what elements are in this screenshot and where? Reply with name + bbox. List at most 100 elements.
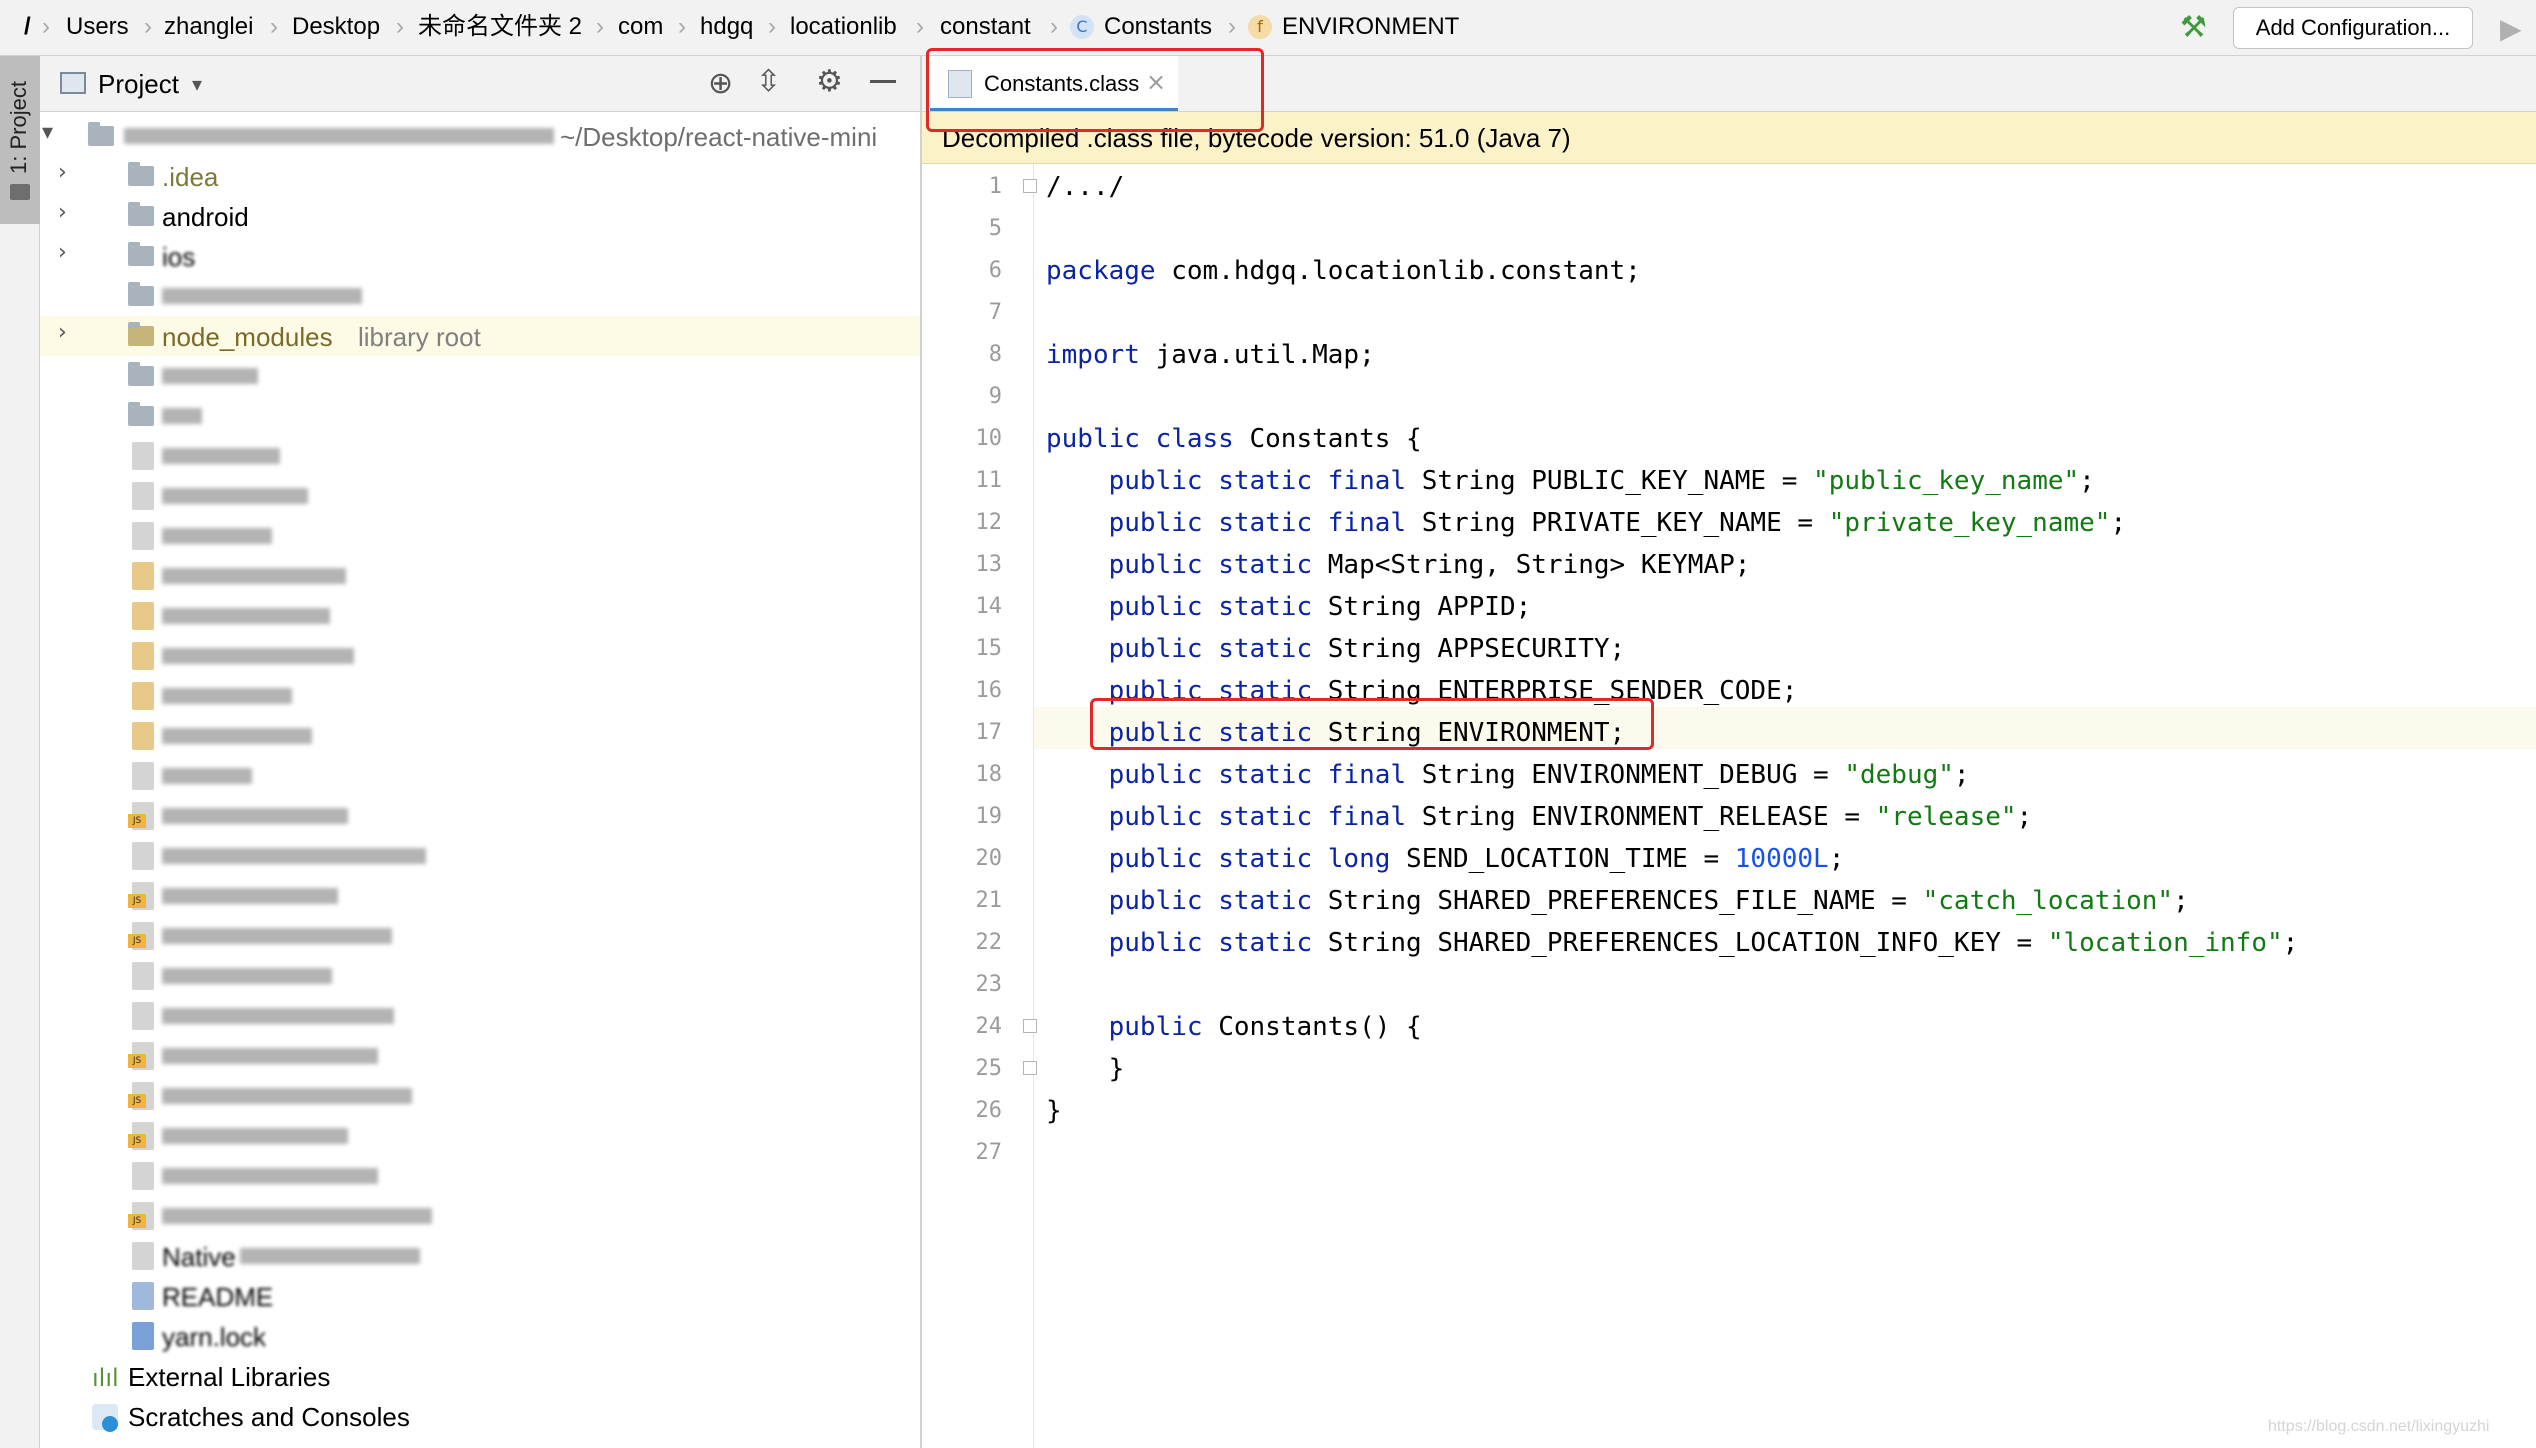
breadcrumb-zhanglei[interactable]: zhanglei [164, 11, 253, 43]
breadcrumb-com[interactable]: com [618, 11, 663, 43]
tree-row[interactable] [40, 996, 920, 1036]
tree-row[interactable] [40, 516, 920, 556]
annotation-box-environment [1090, 698, 1654, 750]
collapse-all-icon[interactable]: ⇳ [756, 64, 781, 99]
folder-icon [128, 162, 154, 186]
line-number: 21 [975, 888, 1003, 913]
tree-row[interactable]: JS [40, 916, 920, 956]
code-line[interactable]: public static String APPSECURITY; [1046, 628, 1626, 670]
tree-row[interactable] [40, 956, 920, 996]
tree-row[interactable] [40, 436, 920, 476]
code-line[interactable]: public static final String PRIVATE_KEY_N… [1046, 502, 2126, 544]
chevron-right-icon[interactable]: › [58, 240, 67, 265]
code-line[interactable]: public static String SHARED_PREFERENCES_… [1046, 922, 2299, 964]
breadcrumb-separator: › [1228, 13, 1236, 40]
chevron-right-icon[interactable]: › [58, 200, 67, 225]
breadcrumb-desktop[interactable]: Desktop [292, 11, 380, 43]
code-line[interactable]: public static long SEND_LOCATION_TIME = … [1046, 838, 1845, 880]
breadcrumb-constants-class[interactable]: Constants [1104, 11, 1212, 43]
code-text: ; [1828, 844, 1845, 874]
tree-row[interactable] [40, 756, 920, 796]
code-text: ; [2016, 802, 2033, 832]
code-keyword: public static [1108, 550, 1313, 580]
hammer-build-icon[interactable]: ⚒ [2180, 10, 2207, 45]
code-line[interactable]: public static final String ENVIRONMENT_D… [1046, 754, 1970, 796]
tree-row-idea[interactable]: › .idea [40, 156, 920, 196]
breadcrumb-users[interactable]: Users [66, 11, 129, 43]
breadcrumb-hdgq[interactable]: hdgq [700, 11, 753, 43]
tree-row-scratches[interactable]: Scratches and Consoles [40, 1396, 920, 1436]
tree-row[interactable] [40, 476, 920, 516]
breadcrumb-folder[interactable]: 未命名文件夹 2 [418, 11, 582, 43]
breadcrumb-environment-field[interactable]: ENVIRONMENT [1282, 11, 1459, 43]
clock-icon [102, 1416, 118, 1432]
tree-row-root[interactable]: ▾ ~/Desktop/react-native-mini [40, 116, 920, 156]
tree-row[interactable] [40, 276, 920, 316]
tree-row[interactable]: JS [40, 1116, 920, 1156]
code-text: ; [2110, 508, 2127, 538]
code-line[interactable]: } [1046, 1090, 1062, 1132]
run-icon[interactable]: ▶ [2500, 12, 2522, 45]
gear-icon[interactable]: ⚙ [816, 64, 843, 99]
tree-row-external-libraries[interactable]: ılıl External Libraries [40, 1356, 920, 1396]
tree-row[interactable] [40, 636, 920, 676]
tree-row-ios[interactable]: › ios [40, 236, 920, 276]
tree-row[interactable] [40, 1156, 920, 1196]
tree-row[interactable] [40, 716, 920, 756]
code-line[interactable]: } [1046, 1048, 1125, 1090]
fold-marker-icon[interactable] [1023, 179, 1037, 193]
code-line[interactable]: public Constants() { [1046, 1006, 1422, 1048]
json-file-icon [132, 1002, 154, 1030]
tree-row[interactable]: JS [40, 876, 920, 916]
tree-row-android[interactable]: › android [40, 196, 920, 236]
tree-row[interactable] [40, 356, 920, 396]
code-keyword: public static final [1108, 760, 1407, 790]
code-line[interactable]: public class Constants { [1046, 418, 1422, 460]
fold-marker-icon[interactable] [1023, 1061, 1037, 1075]
code-line[interactable]: public static Map<String, String> KEYMAP… [1046, 544, 1751, 586]
tree-row[interactable] [40, 676, 920, 716]
breadcrumb-constant[interactable]: constant [940, 11, 1031, 43]
project-tool-button[interactable]: 1: Project [0, 56, 40, 224]
code-line[interactable]: public static final String ENVIRONMENT_R… [1046, 796, 2033, 838]
code-line[interactable]: /.../ [1046, 166, 1124, 208]
blurred-label: README [162, 1282, 274, 1312]
tree-row[interactable]: JS [40, 1196, 920, 1236]
line-number: 8 [988, 342, 1002, 367]
tree-label-ios: ios [162, 242, 196, 272]
tree-row[interactable] [40, 836, 920, 876]
fold-marker-icon[interactable] [1023, 1019, 1037, 1033]
tree-row-yarn-lock[interactable]: yarn.lock [40, 1316, 920, 1356]
tree-row[interactable] [40, 396, 920, 436]
chevron-right-icon[interactable]: › [58, 320, 67, 345]
tree-row-native[interactable]: Native [40, 1236, 920, 1276]
tree-row-node-modules[interactable]: › node_modules library root [40, 316, 920, 356]
breadcrumb-locationlib[interactable]: locationlib [790, 11, 897, 43]
tool-window-strip: 1: Project [0, 56, 40, 1448]
chevron-right-icon[interactable]: › [58, 160, 67, 185]
tree-row[interactable] [40, 596, 920, 636]
tree-row[interactable] [40, 556, 920, 596]
line-number: 17 [975, 720, 1003, 745]
locate-icon[interactable]: ⊕ [708, 66, 733, 101]
tree-row[interactable]: JS [40, 796, 920, 836]
code-line[interactable]: public static final String PUBLIC_KEY_NA… [1046, 460, 2095, 502]
code-line[interactable]: import java.util.Map; [1046, 334, 1375, 376]
code-line[interactable]: package com.hdgq.locationlib.constant; [1046, 250, 1641, 292]
code-line[interactable]: public static String APPID; [1046, 586, 1532, 628]
add-configuration-button[interactable]: Add Configuration... [2233, 7, 2473, 49]
folder-icon [88, 122, 114, 146]
folded-imports[interactable]: /.../ [1046, 172, 1124, 202]
tree-row[interactable]: JS [40, 1076, 920, 1116]
tree-row[interactable]: JS [40, 1036, 920, 1076]
chevron-down-icon[interactable]: ▾ [42, 120, 53, 145]
minimize-icon[interactable] [870, 80, 896, 83]
breadcrumb-root[interactable]: / [24, 11, 31, 43]
blurred-label [162, 608, 330, 624]
folder-icon [128, 322, 154, 346]
code-line[interactable]: public static String SHARED_PREFERENCES_… [1046, 880, 2189, 922]
chevron-down-icon[interactable]: ▾ [192, 72, 202, 96]
library-root-label: library root [358, 322, 481, 352]
project-view-title[interactable]: Project [98, 68, 179, 100]
tree-row-readme[interactable]: README [40, 1276, 920, 1316]
